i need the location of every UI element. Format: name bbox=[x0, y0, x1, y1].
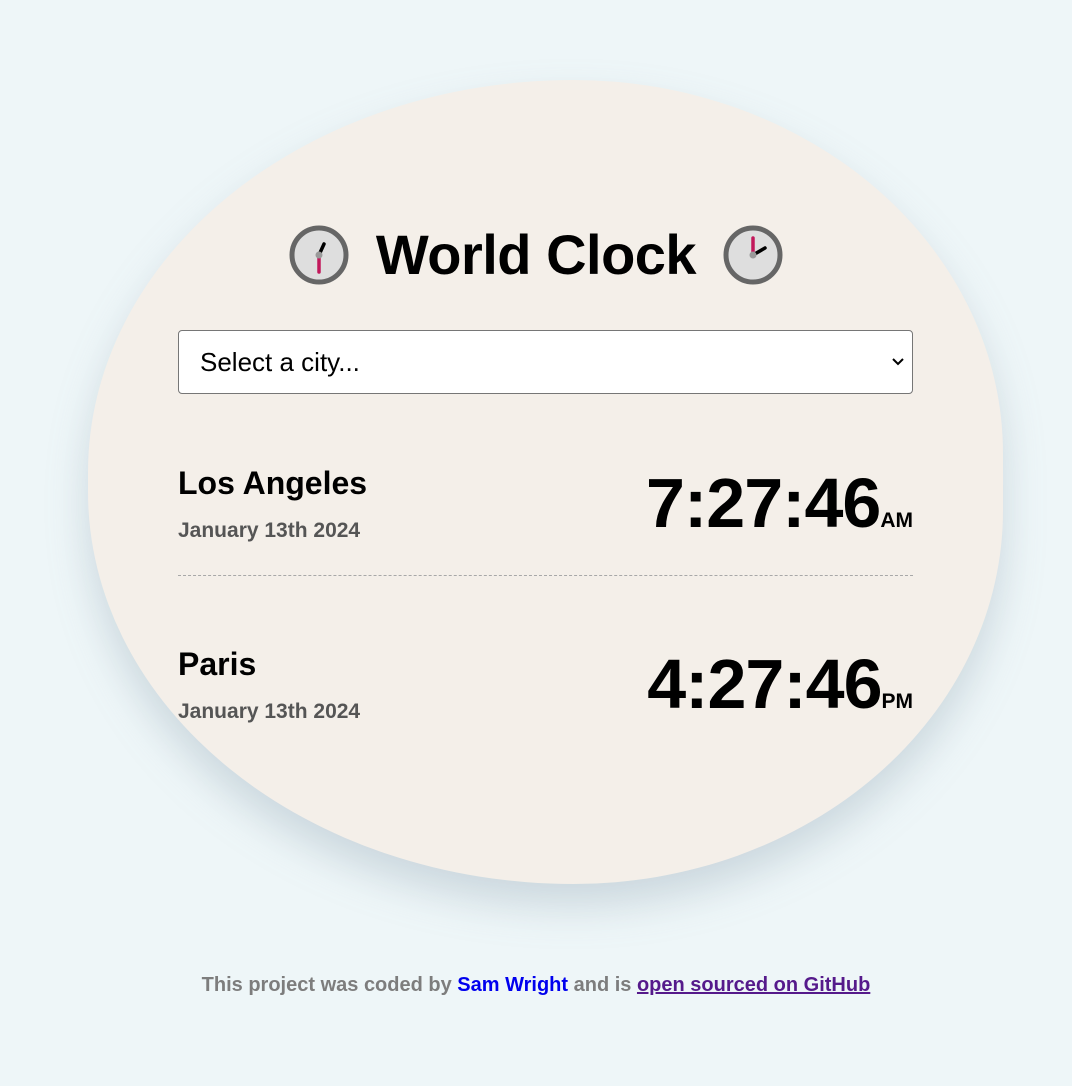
city-name: Los Angeles bbox=[178, 465, 368, 501]
city-divider bbox=[178, 575, 913, 576]
time-ampm: AM bbox=[880, 509, 913, 532]
city-row-los-angeles: Los Angeles January 13th 2024 7:27:46 AM bbox=[178, 455, 913, 555]
footer-text: This project was coded by bbox=[201, 974, 458, 996]
footer: This project was coded by Sam Wright and… bbox=[0, 974, 1072, 997]
footer-text: and is bbox=[568, 974, 637, 996]
header: World Clock bbox=[0, 222, 1072, 286]
city-date: January 13th 2024 bbox=[178, 700, 361, 723]
city-date: January 13th 2024 bbox=[178, 519, 361, 542]
city-name: Paris bbox=[178, 646, 257, 682]
time-ampm: PM bbox=[881, 690, 914, 713]
github-link[interactable]: open sourced on GitHub bbox=[637, 974, 870, 996]
time-value: 7:27:46 bbox=[646, 464, 881, 542]
author-link[interactable]: Sam Wright bbox=[457, 974, 568, 996]
chevron-down-icon bbox=[892, 358, 904, 366]
page-title: World Clock bbox=[375, 222, 697, 286]
city-select-value: Select a city... bbox=[200, 346, 360, 377]
city-select[interactable]: Select a city... bbox=[178, 330, 913, 394]
city-time: 4:27:46 PM bbox=[647, 644, 913, 724]
city-time: 7:27:46 AM bbox=[646, 463, 913, 543]
city-row-paris: Paris January 13th 2024 4:27:46 PM bbox=[178, 636, 913, 736]
clock-two-icon bbox=[723, 225, 783, 285]
time-value: 4:27:46 bbox=[647, 645, 882, 723]
clock-six-thirty-icon bbox=[289, 225, 349, 285]
